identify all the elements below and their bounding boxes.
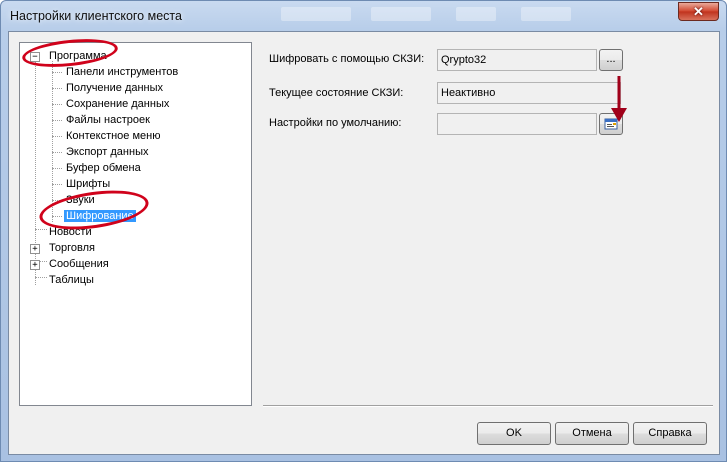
defaults-label: Настройки по умолчанию: bbox=[269, 117, 402, 129]
background-blur bbox=[281, 7, 351, 21]
tree-item-child[interactable]: Шифрование bbox=[64, 208, 136, 224]
settings-tree[interactable]: − Программа Панели инструментов Получение… bbox=[19, 42, 252, 406]
tree-line bbox=[52, 216, 62, 217]
tree-line bbox=[52, 200, 62, 201]
background-blur bbox=[521, 7, 571, 21]
tree-line bbox=[52, 88, 62, 89]
defaults-value-field bbox=[437, 113, 597, 135]
tree-line bbox=[52, 136, 62, 137]
expand-icon[interactable]: + bbox=[30, 244, 40, 254]
tree-item-child[interactable]: Сохранение данных bbox=[64, 96, 171, 112]
encrypt-value-field: Qrypto32 bbox=[437, 49, 597, 71]
tree-item-child[interactable]: Экспорт данных bbox=[64, 144, 150, 160]
dialog-client-area: − Программа Панели инструментов Получение… bbox=[8, 31, 720, 455]
tree-line bbox=[52, 72, 62, 73]
tree-item-child[interactable]: Файлы настроек bbox=[64, 112, 152, 128]
tree-item-novosti[interactable]: Новости bbox=[47, 224, 94, 240]
window-title: Настройки клиентского места bbox=[10, 9, 182, 23]
close-button[interactable]: ✕ bbox=[678, 2, 719, 21]
background-blur bbox=[371, 7, 431, 21]
tree-item-child[interactable]: Панели инструментов bbox=[64, 64, 180, 80]
tree-line bbox=[52, 104, 62, 105]
tree-item-child[interactable]: Шрифты bbox=[64, 176, 112, 192]
tree-line bbox=[35, 277, 47, 278]
background-blur bbox=[456, 7, 496, 21]
tree-line bbox=[52, 61, 53, 222]
tree-item-child[interactable]: Буфер обмена bbox=[64, 160, 143, 176]
browse-button[interactable]: ... bbox=[599, 49, 623, 71]
close-icon: ✕ bbox=[693, 4, 704, 19]
tree-line bbox=[35, 229, 47, 230]
help-button[interactable]: Справка bbox=[633, 422, 707, 445]
tree-line bbox=[52, 168, 62, 169]
tree-item-programma[interactable]: Программа bbox=[47, 48, 109, 64]
tree-item-child[interactable]: Контекстное меню bbox=[64, 128, 162, 144]
tree-line bbox=[52, 184, 62, 185]
tree-item-child[interactable]: Получение данных bbox=[64, 80, 165, 96]
tree-item-torgovlya[interactable]: Торговля bbox=[47, 240, 97, 256]
state-value-field: Неактивно bbox=[437, 82, 621, 104]
tree-item-child[interactable]: Звуки bbox=[64, 192, 97, 208]
tree-item-soobshcheniya[interactable]: Сообщения bbox=[47, 256, 111, 272]
encrypt-label: Шифровать с помощью СКЗИ: bbox=[269, 53, 425, 65]
tree-item-tablitsy[interactable]: Таблицы bbox=[47, 272, 96, 288]
annotation-arrow bbox=[611, 76, 627, 122]
title-bar[interactable]: Настройки клиентского места ✕ bbox=[1, 1, 726, 31]
settings-window: Настройки клиентского места ✕ − Программ… bbox=[0, 0, 727, 462]
tree-line bbox=[52, 152, 62, 153]
state-label: Текущее состояние СКЗИ: bbox=[269, 87, 404, 99]
ok-button[interactable]: OK bbox=[477, 422, 551, 445]
cancel-button[interactable]: Отмена bbox=[555, 422, 629, 445]
separator bbox=[263, 405, 713, 407]
tree-line bbox=[52, 120, 62, 121]
collapse-icon[interactable]: − bbox=[30, 52, 40, 62]
expand-icon[interactable]: + bbox=[30, 260, 40, 270]
